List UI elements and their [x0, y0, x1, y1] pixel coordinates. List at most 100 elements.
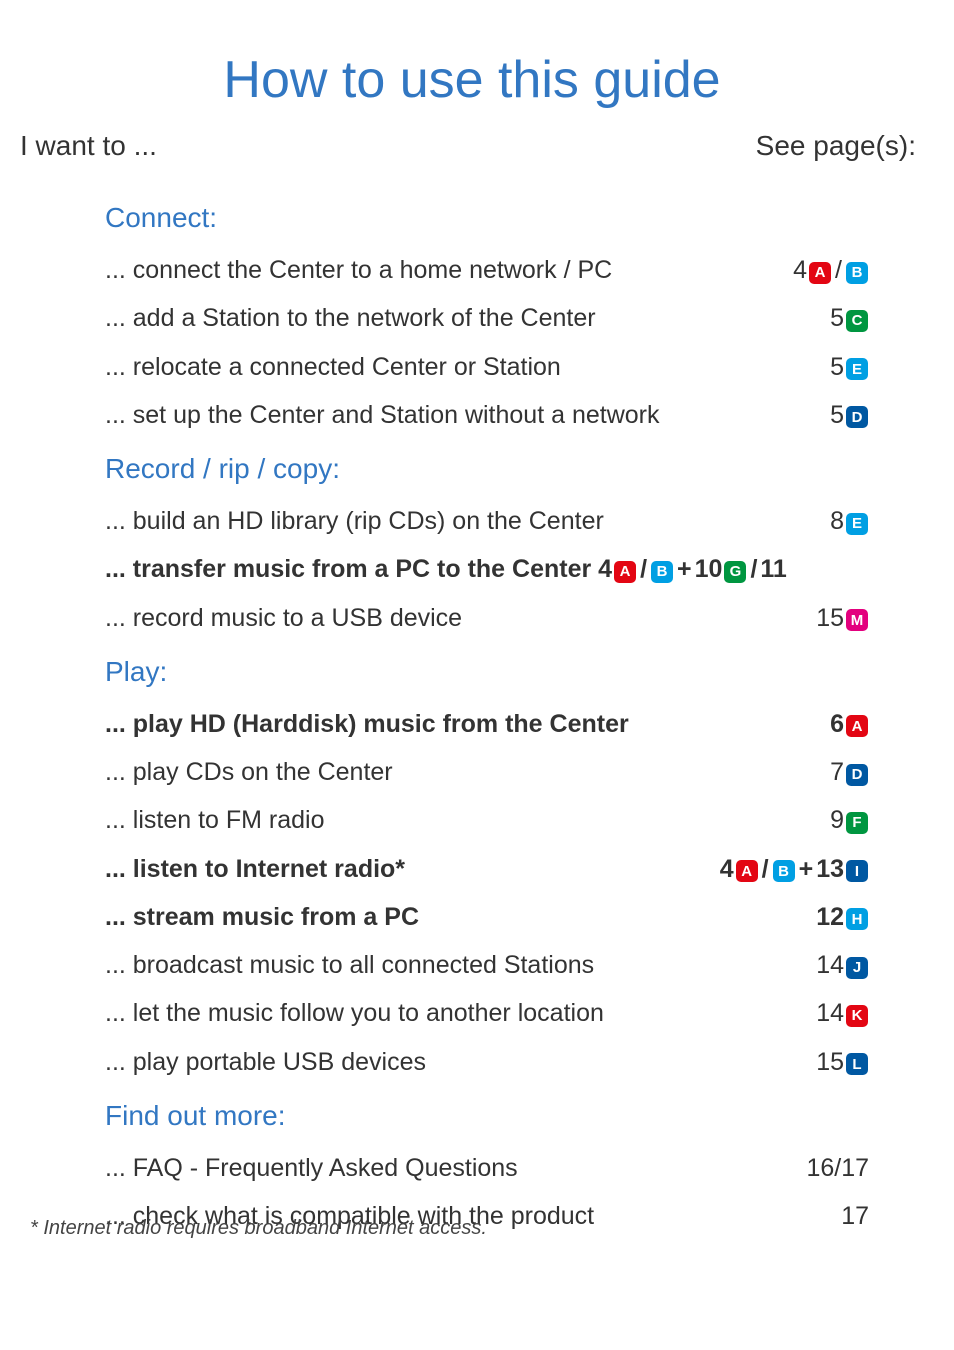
toc-row: ... set up the Center and Station withou… [105, 397, 869, 433]
page-number: 4 [793, 252, 807, 288]
toc-row: ... play portable USB devices15L [105, 1044, 869, 1080]
step-badge-h: H [846, 908, 868, 930]
toc-row: ... record music to a USB device15M [105, 600, 869, 636]
page-number: 6 [830, 706, 844, 742]
page-number: 11 [760, 551, 786, 587]
page-number: 13 [816, 851, 844, 887]
step-badge-a: A [614, 561, 636, 583]
page-refs: 9F [830, 802, 869, 838]
header-right: See page(s): [756, 130, 916, 162]
column-header-row: I want to ... See page(s): [20, 130, 924, 162]
page-refs: 14K [816, 995, 869, 1031]
page-number: 4 [598, 551, 612, 587]
page-refs: 4A/B + 10G/11 [598, 551, 787, 587]
step-badge-m: M [846, 609, 868, 631]
separator: + [797, 851, 816, 887]
separator: / [833, 252, 844, 288]
step-badge-j: J [846, 957, 868, 979]
page-refs: 6A [830, 706, 869, 742]
toc-row-label: ... relocate a connected Center or Stati… [105, 349, 830, 385]
toc-row-label: ... play CDs on the Center [105, 754, 830, 790]
page-refs: 14J [816, 947, 869, 983]
step-badge-e: E [846, 358, 868, 380]
step-badge-k: K [846, 1005, 868, 1027]
toc-row: ... play CDs on the Center7D [105, 754, 869, 790]
step-badge-b: B [773, 860, 795, 882]
separator: / [748, 551, 759, 587]
section-heading: Find out more: [105, 1100, 869, 1132]
step-badge-l: L [846, 1053, 868, 1075]
step-badge-a: A [736, 860, 758, 882]
toc-row-label: ... let the music follow you to another … [105, 995, 816, 1031]
page-number: 5 [830, 300, 844, 336]
step-badge-d: D [846, 764, 868, 786]
page-number: 15 [816, 600, 844, 636]
page-refs: 17 [841, 1198, 869, 1234]
page-number: 16/17 [806, 1150, 869, 1186]
toc-row-label: ... listen to FM radio [105, 802, 830, 838]
toc-row: ... build an HD library (rip CDs) on the… [105, 503, 869, 539]
toc-row-label: ... transfer music from a PC to the Cent… [105, 551, 869, 587]
toc-row-label: ... FAQ - Frequently Asked Questions [105, 1150, 806, 1186]
step-badge-g: G [724, 561, 746, 583]
page-refs: 5C [830, 300, 869, 336]
toc-row: ... listen to FM radio9F [105, 802, 869, 838]
page-number: 8 [830, 503, 844, 539]
section-heading: Play: [105, 656, 869, 688]
toc-row: ... let the music follow you to another … [105, 995, 869, 1031]
step-badge-a: A [846, 715, 868, 737]
toc-row: ... play HD (Harddisk) music from the Ce… [105, 706, 869, 742]
toc-row-label: ... play HD (Harddisk) music from the Ce… [105, 706, 830, 742]
separator: / [638, 551, 649, 587]
page-number: 14 [816, 947, 844, 983]
step-badge-b: B [846, 262, 868, 284]
separator: + [675, 551, 694, 587]
page-refs: 4A/B + 13I [720, 851, 869, 887]
toc-row-label: ... add a Station to the network of the … [105, 300, 830, 336]
page-refs: 5D [830, 397, 869, 433]
page-number: 14 [816, 995, 844, 1031]
step-badge-a: A [809, 262, 831, 284]
toc-row-label: ... record music to a USB device [105, 600, 816, 636]
toc-row: ... listen to Internet radio*4A/B + 13I [105, 851, 869, 887]
toc-row-label: ... stream music from a PC [105, 899, 816, 935]
page-number: 12 [816, 899, 844, 935]
toc-row: ... FAQ - Frequently Asked Questions16/1… [105, 1150, 869, 1186]
header-left: I want to ... [20, 130, 157, 162]
page-number: 5 [830, 397, 844, 433]
toc-row: ... add a Station to the network of the … [105, 300, 869, 336]
step-badge-e: E [846, 513, 868, 535]
footnote: * Internet radio requires broadband Inte… [30, 1217, 487, 1240]
page-refs: 8E [830, 503, 869, 539]
page-refs: 12H [816, 899, 869, 935]
page-refs: 15L [816, 1044, 869, 1080]
page-title: How to use this guide [20, 50, 924, 110]
page-number: 7 [830, 754, 844, 790]
step-badge-c: C [846, 310, 868, 332]
page-refs: 7D [830, 754, 869, 790]
toc-row: ... transfer music from a PC to the Cent… [105, 551, 869, 587]
step-badge-b: B [651, 561, 673, 583]
toc-row-label: ... play portable USB devices [105, 1044, 816, 1080]
page-refs: 5E [830, 349, 869, 385]
page-number: 5 [830, 349, 844, 385]
toc-row: ... broadcast music to all connected Sta… [105, 947, 869, 983]
page-number: 9 [830, 802, 844, 838]
toc-row-label: ... listen to Internet radio* [105, 851, 720, 887]
toc-row: ... stream music from a PC12H [105, 899, 869, 935]
step-badge-d: D [846, 406, 868, 428]
page-number: 10 [695, 551, 723, 587]
page-number: 17 [841, 1198, 869, 1234]
toc-row: ... connect the Center to a home network… [105, 252, 869, 288]
separator: / [760, 851, 771, 887]
section-heading: Connect: [105, 202, 869, 234]
page-refs: 16/17 [806, 1150, 869, 1186]
toc-row-label: ... broadcast music to all connected Sta… [105, 947, 816, 983]
toc-row-label: ... connect the Center to a home network… [105, 252, 793, 288]
section-heading: Record / rip / copy: [105, 453, 869, 485]
toc-row-label: ... set up the Center and Station withou… [105, 397, 830, 433]
toc-row-label: ... build an HD library (rip CDs) on the… [105, 503, 830, 539]
toc-content: Connect: ... connect the Center to a home… [20, 202, 924, 1234]
step-badge-f: F [846, 812, 868, 834]
page-number: 15 [816, 1044, 844, 1080]
